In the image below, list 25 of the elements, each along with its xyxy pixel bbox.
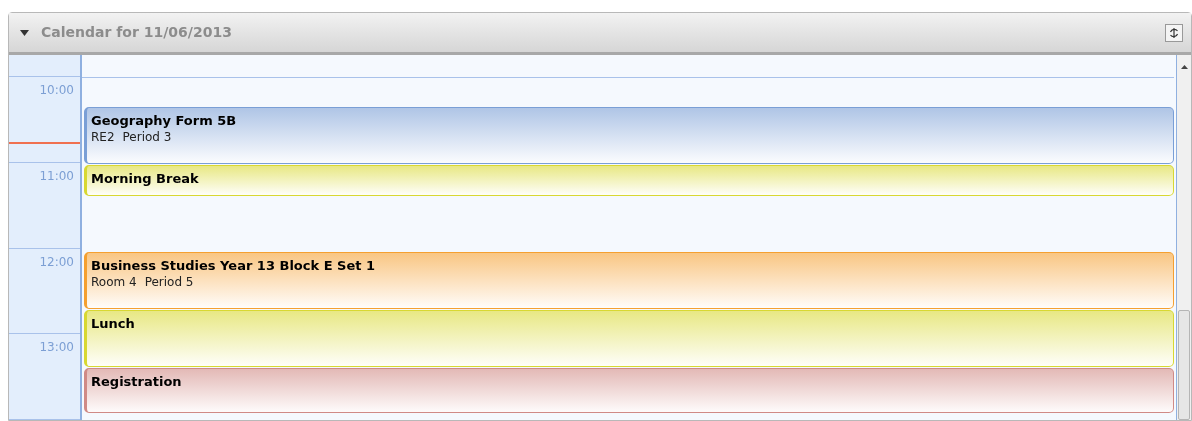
- scroll-thumb[interactable]: [1178, 310, 1190, 420]
- calendar-event[interactable]: Business Studies Year 13 Block E Set 1 Room 4 Period 5: [84, 252, 1174, 309]
- event-title: Business Studies Year 13 Block E Set 1: [91, 257, 376, 274]
- calendar-event[interactable]: Geography Form 5B RE2 Period 3: [84, 107, 1174, 164]
- event-title: Geography Form 5B: [91, 112, 238, 129]
- event-title: Registration: [91, 373, 183, 390]
- panel-title: Calendar for 11/06/2013: [41, 23, 232, 42]
- refresh-button[interactable]: [1165, 23, 1183, 42]
- time-label: 10:00: [38, 82, 75, 100]
- event-detail: RE2: [91, 129, 115, 146]
- event-detail: Period 5: [144, 274, 194, 291]
- event-title: Morning Break: [91, 170, 200, 187]
- calendar-event[interactable]: Morning Break: [84, 165, 1174, 196]
- scroll-up-arrow-icon: [1180, 65, 1188, 69]
- event-detail: Period 3: [122, 129, 172, 146]
- caret-icon: [19, 29, 29, 36]
- time-label: 13:00: [38, 339, 75, 357]
- time-label: 12:00: [38, 253, 75, 271]
- calendar-event[interactable]: Registration: [84, 368, 1174, 413]
- event-detail: Room 4: [91, 274, 137, 291]
- scrollbar[interactable]: [1177, 55, 1191, 420]
- current-time-line: [9, 142, 80, 145]
- event-title: Lunch: [91, 315, 136, 332]
- time-label: 11:00: [38, 168, 75, 186]
- calendar-event[interactable]: Lunch: [84, 310, 1174, 367]
